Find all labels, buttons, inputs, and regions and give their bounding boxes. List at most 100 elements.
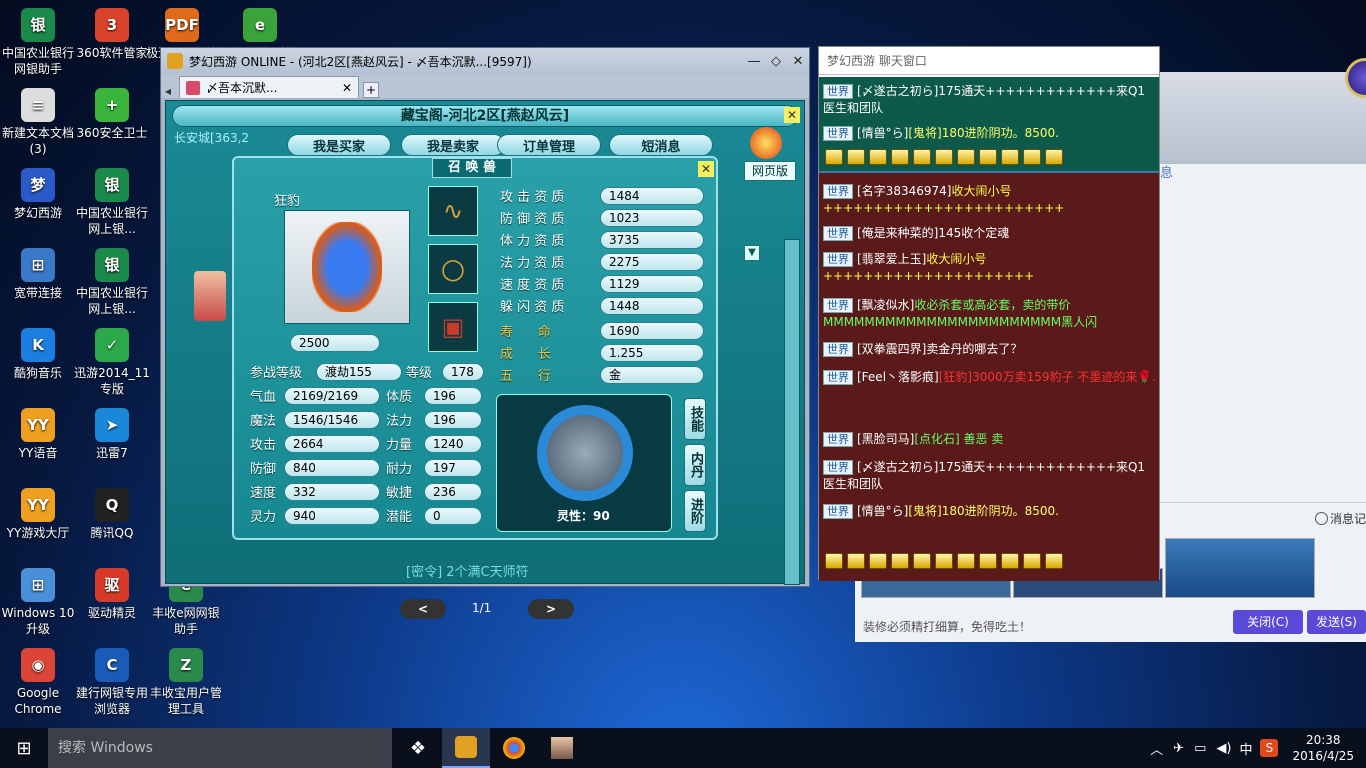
desktop-icon-abc-bank-2[interactable]: 银中国农业银行网上银...: [74, 168, 150, 237]
chat-user[interactable]: [Feel丶落影痕]: [857, 370, 939, 384]
world-badge[interactable]: 世界: [823, 460, 853, 475]
world-badge[interactable]: 世界: [823, 126, 853, 141]
scrollbar[interactable]: [784, 239, 800, 585]
search-icon[interactable]: [891, 149, 909, 165]
search-box[interactable]: 搜索 Windows: [48, 728, 392, 768]
screenshot-thumb-3[interactable]: [1165, 538, 1315, 598]
tab-game[interactable]: 〆吾本沉默... ✕: [179, 76, 359, 98]
lock-icon[interactable]: [957, 553, 975, 569]
send-button[interactable]: 发送(S): [1307, 610, 1366, 634]
chat-user[interactable]: [翡翠爱上玉]: [857, 252, 926, 266]
equip-slot-1[interactable]: ∿: [428, 186, 478, 236]
task-view-icon[interactable]: ❖: [394, 728, 442, 768]
mhxy-task-icon[interactable]: [442, 728, 490, 768]
back-icon[interactable]: ◂: [165, 84, 179, 98]
tab-close-icon[interactable]: ✕: [342, 81, 352, 95]
pet-side-tab-1[interactable]: 内丹: [684, 444, 706, 486]
pet-side-tab-2[interactable]: 进阶: [684, 490, 706, 532]
battery-icon[interactable]: ▭: [1194, 741, 1206, 756]
clock[interactable]: 20:38 2016/4/25: [1292, 732, 1354, 764]
chat-user[interactable]: [飘凌似水]: [857, 298, 914, 312]
folder-icon[interactable]: [1001, 149, 1019, 165]
pet-panel-close-icon[interactable]: ✕: [698, 161, 714, 177]
triangle-icon[interactable]: [1045, 149, 1063, 165]
start-button[interactable]: ⊞: [0, 728, 48, 768]
desktop-icon-yy-hall[interactable]: YY YY游戏大厅: [0, 488, 76, 541]
world-badge[interactable]: 世界: [823, 184, 853, 199]
input-hint[interactable]: 装修必须精打细算，免得吃土！: [863, 618, 1031, 635]
chrome-task-icon[interactable]: [490, 728, 538, 768]
close-button[interactable]: 关闭(C): [1233, 610, 1303, 634]
desktop-icon-xunyou[interactable]: ✓ 迅游2014_11专版: [74, 328, 150, 397]
desktop-icon-broadband[interactable]: ⊞ 宽带连接: [0, 248, 76, 301]
chat-user[interactable]: [双拳震四界]: [857, 342, 926, 356]
chat-user[interactable]: [俺是来种菜的]: [857, 226, 938, 240]
market-close-icon[interactable]: ✕: [784, 107, 800, 123]
minimize-icon[interactable]: —: [743, 54, 765, 69]
world-badge[interactable]: 世界: [823, 504, 853, 519]
desktop-icon-kugou[interactable]: K 酷狗音乐: [0, 328, 76, 381]
pet-portrait[interactable]: [284, 210, 410, 324]
chat-user[interactable]: [情兽°ら]: [857, 504, 908, 518]
desktop-icon-360-software[interactable]: 3 360软件管家: [74, 8, 150, 61]
nav-button-3[interactable]: 短消息: [609, 134, 713, 156]
photo-task-icon[interactable]: [538, 728, 586, 768]
nav-button-0[interactable]: 我是买家: [287, 134, 391, 156]
maximize-icon[interactable]: ◇: [765, 54, 787, 69]
chat-user[interactable]: [〆遂古之初ら]: [857, 460, 938, 474]
desktop-icon-thunder[interactable]: ➤ 迅雷7: [74, 408, 150, 461]
chat-user[interactable]: [黑脸司马]: [857, 432, 914, 446]
desktop-icon-new-text[interactable]: ≡ 新建文本文档 (3): [0, 88, 76, 157]
volume-icon[interactable]: ◀): [1216, 741, 1231, 756]
lock-icon[interactable]: [957, 149, 975, 165]
world-badge[interactable]: 世界: [823, 298, 853, 313]
nav-button-2[interactable]: 订单管理: [497, 134, 601, 156]
world-badge[interactable]: 世界: [823, 370, 853, 385]
sogou-icon[interactable]: S: [1260, 739, 1279, 757]
pet-side-tab-0[interactable]: 技能: [684, 398, 706, 440]
equip-slot-3[interactable]: ▣: [428, 302, 478, 352]
left-arrow-icon[interactable]: [825, 553, 843, 569]
chat-user[interactable]: [〆遂古之初ら]: [857, 84, 938, 98]
equip-slot-2[interactable]: ○: [428, 244, 478, 294]
new-tab-icon[interactable]: +: [363, 82, 379, 98]
desktop-icon-fengshou-tool[interactable]: Z 丰收宝用户管理工具: [148, 648, 224, 717]
grid-icon[interactable]: [935, 553, 953, 569]
chat-user[interactable]: [情兽°ら]: [857, 126, 908, 140]
tray-expand-icon[interactable]: ︿: [1150, 739, 1163, 758]
chat-user[interactable]: [名字38346974]: [857, 184, 951, 198]
desktop-icon-qq[interactable]: Q 腾讯QQ: [74, 488, 150, 541]
desktop-icon-abc-bank[interactable]: 银中国农业银行网银助手: [0, 8, 76, 77]
brush-icon[interactable]: [979, 149, 997, 165]
up-arrow-icon[interactable]: [847, 149, 865, 165]
desktop-icon-win10[interactable]: ⊞ Windows 10 升级: [0, 568, 76, 637]
note-icon[interactable]: [913, 553, 931, 569]
seller-avatar[interactable]: [194, 271, 226, 321]
world-badge[interactable]: 世界: [823, 342, 853, 357]
bubble-icon[interactable]: [1023, 149, 1041, 165]
down-arrow-icon[interactable]: [869, 553, 887, 569]
world-badge[interactable]: 世界: [823, 432, 853, 447]
desktop-icon-ccb[interactable]: C 建行网银专用浏览器: [74, 648, 150, 717]
desktop-icon-abc-bank-3[interactable]: 银中国农业银行网上银...: [74, 248, 150, 317]
triangle-icon[interactable]: [1045, 553, 1063, 569]
left-arrow-icon[interactable]: [825, 149, 843, 165]
down-arrow-icon[interactable]: [869, 149, 887, 165]
up-arrow-icon[interactable]: [847, 553, 865, 569]
grid-icon[interactable]: [935, 149, 953, 165]
desktop-icon-chrome[interactable]: ◉ Google Chrome: [0, 648, 76, 717]
filter-dropdown-icon[interactable]: ▼: [744, 245, 760, 261]
desktop-icon-driver[interactable]: 驱驱动精灵: [74, 568, 150, 621]
search-icon[interactable]: [891, 553, 909, 569]
prev-page-button[interactable]: <: [400, 599, 446, 619]
close-icon[interactable]: ✕: [787, 54, 809, 69]
desktop-icon-mhxy[interactable]: 梦梦幻西游: [0, 168, 76, 221]
history-link[interactable]: 消息记: [1315, 510, 1366, 527]
desktop-icon-360-guard[interactable]: +360安全卫士: [74, 88, 150, 141]
world-badge[interactable]: 世界: [823, 84, 853, 99]
note-icon[interactable]: [913, 149, 931, 165]
next-page-button[interactable]: >: [528, 599, 574, 619]
nav-button-1[interactable]: 我是卖家: [401, 134, 505, 156]
world-badge[interactable]: 世界: [823, 226, 853, 241]
world-badge[interactable]: 世界: [823, 252, 853, 267]
